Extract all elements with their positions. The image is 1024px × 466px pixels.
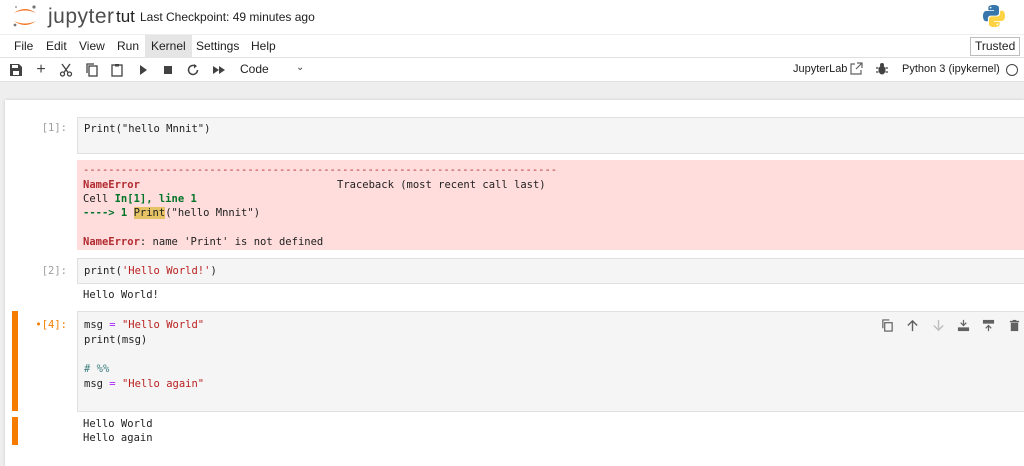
error-message: : name 'Print' is not defined bbox=[139, 236, 324, 248]
code-line: msg = "Hello again" bbox=[84, 378, 205, 390]
code-cell-input[interactable]: print('Hello World!') bbox=[77, 258, 1024, 284]
code-line: print(msg) bbox=[84, 334, 148, 346]
menu-settings[interactable]: Settings bbox=[190, 35, 245, 58]
insert-below-icon[interactable] bbox=[980, 317, 996, 333]
traceback-arg: ("hello Mnnit") bbox=[165, 207, 261, 219]
restart-icon[interactable] bbox=[185, 62, 201, 78]
logo-text: jupyter bbox=[48, 5, 115, 28]
debugger-bug-icon[interactable] bbox=[874, 61, 890, 77]
code-line: Print("hello Mnnit") bbox=[84, 123, 211, 135]
run-icon[interactable] bbox=[135, 62, 151, 78]
fast-forward-icon[interactable] bbox=[211, 62, 227, 78]
stop-icon[interactable] bbox=[160, 62, 176, 78]
menu-kernel[interactable]: Kernel bbox=[145, 35, 192, 58]
add-cell-icon[interactable]: + bbox=[33, 61, 49, 78]
kernel-status-icon bbox=[1006, 64, 1018, 76]
error-highlight: Print bbox=[133, 207, 166, 219]
top-bar: jupyter tut Last Checkpoint: 49 minutes … bbox=[0, 0, 1024, 34]
cell-output-collapser[interactable] bbox=[12, 417, 18, 445]
error-name-2: NameError bbox=[83, 236, 140, 248]
trusted-badge[interactable]: Trusted bbox=[970, 37, 1021, 56]
jupyter-logo[interactable]: jupyter bbox=[10, 3, 114, 29]
cell-toolbar bbox=[875, 317, 1024, 333]
cut-icon[interactable] bbox=[58, 62, 74, 78]
code-line: msg = "Hello World" bbox=[84, 319, 205, 331]
error-name: NameError bbox=[83, 179, 140, 191]
error-message-line: NameError: name 'Print' is not defined bbox=[83, 236, 323, 248]
code-line: print('Hello World!') bbox=[84, 265, 217, 277]
paste-icon[interactable] bbox=[109, 62, 125, 78]
cell-output-line: Hello World bbox=[83, 418, 153, 430]
cell-prompt: [1]: bbox=[41, 122, 67, 134]
jupyter-logo-icon bbox=[13, 5, 36, 27]
external-link-icon[interactable] bbox=[848, 61, 864, 77]
traceback-divider: ----------------------------------------… bbox=[83, 164, 558, 176]
menu-view[interactable]: View bbox=[73, 35, 111, 58]
kernel-name[interactable]: Python 3 (ipykernel) bbox=[902, 63, 1000, 75]
traceback-arrow: ----> 1 bbox=[83, 207, 134, 219]
cell-ref-line: Cell In[1], line 1 bbox=[83, 193, 197, 205]
checkpoint-status: Last Checkpoint: 49 minutes ago bbox=[140, 10, 315, 24]
cell-prompt: •[4]: bbox=[35, 319, 67, 331]
menu-help[interactable]: Help bbox=[245, 35, 282, 58]
traceback-label: Traceback (most recent call last) bbox=[337, 179, 546, 191]
chevron-down-icon[interactable]: ⌄ bbox=[296, 62, 304, 73]
notebook-panel: [1]: Print("hello Mnnit") --------------… bbox=[5, 100, 1024, 466]
code-cell-input[interactable]: Print("hello Mnnit") bbox=[77, 117, 1024, 154]
move-up-icon[interactable] bbox=[904, 317, 920, 333]
traceback-line: ----> 1 Print("hello Mnnit") bbox=[83, 207, 260, 219]
cell-type-select[interactable]: Code bbox=[240, 62, 269, 76]
python-logo-icon bbox=[983, 5, 1005, 27]
error-output: ----------------------------------------… bbox=[77, 160, 1024, 250]
cell-prompt: [2]: bbox=[41, 265, 67, 277]
menu-edit[interactable]: Edit bbox=[40, 35, 73, 58]
insert-above-icon[interactable] bbox=[955, 317, 971, 333]
cell-ref: In[1], line 1 bbox=[114, 193, 197, 205]
copy-icon[interactable] bbox=[84, 62, 100, 78]
code-comment: # %% bbox=[84, 363, 110, 375]
delete-cell-icon[interactable] bbox=[1006, 317, 1022, 333]
move-down-icon[interactable] bbox=[930, 317, 946, 333]
cell-output: Hello World! bbox=[83, 289, 159, 301]
menu-run[interactable]: Run bbox=[111, 35, 145, 58]
save-icon[interactable] bbox=[8, 62, 24, 78]
jupyterlab-link[interactable]: JupyterLab bbox=[793, 63, 847, 75]
duplicate-cell-icon[interactable] bbox=[879, 317, 895, 333]
cell-output-line: Hello again bbox=[83, 432, 153, 444]
cell-prefix: Cell bbox=[83, 193, 115, 205]
notebook-toolbar: + Code ⌄ JupyterLab Python 3 (ipykernel) bbox=[0, 58, 1024, 82]
menu-bar: File Edit View Run Kernel Settings Help … bbox=[0, 35, 1024, 58]
menu-file[interactable]: File bbox=[8, 35, 39, 58]
notebook-name[interactable]: tut bbox=[116, 7, 135, 27]
